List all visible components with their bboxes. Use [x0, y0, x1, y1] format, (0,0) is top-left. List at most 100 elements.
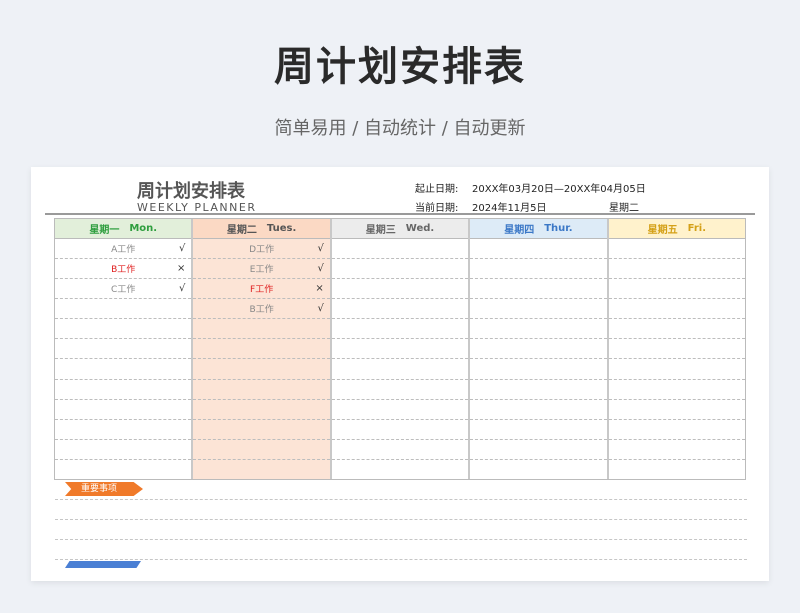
task-row[interactable] — [193, 460, 329, 479]
task-status-mark: × — [315, 283, 324, 295]
task-row[interactable] — [470, 239, 607, 260]
task-row[interactable] — [608, 380, 746, 400]
task-name: C工作 — [111, 285, 136, 296]
task-row[interactable] — [331, 359, 469, 380]
day-name-en: Wed. — [405, 223, 435, 234]
task-row[interactable] — [331, 239, 469, 260]
day-name-cn: 星期二 — [226, 225, 257, 236]
task-row[interactable] — [609, 460, 745, 479]
day-header: 星期五 Fri. — [608, 219, 746, 239]
task-row[interactable] — [331, 259, 469, 280]
task-row[interactable] — [608, 259, 746, 280]
important-line — [55, 559, 747, 560]
important-line — [55, 519, 747, 520]
task-row[interactable] — [470, 400, 607, 420]
task-row[interactable] — [470, 440, 607, 460]
day-name-en: Mon. — [129, 223, 158, 234]
task-row[interactable] — [331, 380, 469, 400]
current-date-value[interactable]: 2024年11月5日 — [472, 199, 547, 214]
task-row[interactable] — [331, 420, 469, 440]
task-row[interactable] — [470, 460, 606, 479]
task-row[interactable] — [470, 319, 607, 340]
day-name-en: Fri. — [687, 223, 706, 234]
task-name: D工作 — [249, 245, 275, 256]
task-row[interactable]: A工作 √ — [55, 239, 192, 260]
day-column: 星期二 Tues. D工作 √ E工作 √ F工作 × B工作 √ — [193, 219, 332, 479]
task-row[interactable] — [55, 319, 192, 340]
task-status-mark: √ — [179, 283, 186, 295]
task-status-mark: √ — [317, 243, 324, 255]
task-row[interactable] — [55, 460, 191, 479]
task-row[interactable] — [608, 440, 746, 460]
task-row[interactable] — [608, 339, 746, 360]
task-row[interactable] — [608, 239, 746, 260]
task-name: F工作 — [250, 285, 274, 296]
task-row[interactable] — [608, 420, 746, 440]
task-row[interactable] — [331, 400, 469, 420]
task-row[interactable] — [470, 339, 607, 360]
range-value[interactable]: 20XX年03月20日—20XX年04月05日 — [472, 180, 646, 195]
important-label: 重要事项 — [65, 482, 143, 496]
day-name-en: Tues. — [266, 223, 297, 234]
task-row[interactable] — [55, 380, 192, 400]
task-row[interactable] — [470, 279, 607, 300]
day-header: 星期一 Mon. — [55, 219, 192, 239]
task-row[interactable] — [193, 359, 330, 380]
task-status-mark: √ — [317, 303, 324, 315]
task-status-mark: × — [177, 263, 186, 275]
task-row[interactable]: F工作 × — [193, 279, 330, 300]
task-row[interactable] — [193, 319, 330, 340]
task-row[interactable] — [470, 420, 607, 440]
day-name-cn: 星期四 — [504, 225, 535, 236]
day-column: 星期四 Thur. — [470, 219, 609, 479]
task-row[interactable] — [55, 400, 192, 420]
task-row[interactable] — [55, 440, 192, 460]
task-row[interactable] — [331, 339, 469, 360]
task-row[interactable] — [193, 440, 330, 460]
task-row[interactable] — [55, 359, 192, 380]
page-title: 周计划安排表 — [274, 44, 526, 90]
task-row[interactable] — [55, 299, 192, 320]
task-row[interactable] — [608, 359, 746, 380]
task-row[interactable] — [331, 440, 469, 460]
day-header: 星期三 Wed. — [331, 219, 469, 239]
task-status-mark: √ — [179, 243, 186, 255]
task-row[interactable] — [193, 380, 330, 400]
task-row[interactable] — [331, 299, 469, 320]
task-row[interactable] — [470, 299, 607, 320]
task-row[interactable] — [608, 279, 746, 300]
task-row[interactable] — [332, 460, 468, 479]
week-grid: 星期一 Mon. A工作 √ B工作 × C工作 √ 星期二 Tues. D工作 √ E工作 √ F工作 × B… — [54, 218, 746, 480]
task-name: A工作 — [111, 245, 136, 256]
task-row[interactable] — [331, 319, 469, 340]
task-row[interactable] — [608, 400, 746, 420]
task-row[interactable] — [55, 339, 192, 360]
task-row[interactable] — [470, 380, 607, 400]
task-row[interactable] — [193, 400, 330, 420]
task-row[interactable] — [55, 420, 192, 440]
task-row[interactable] — [470, 359, 607, 380]
task-row[interactable] — [331, 279, 469, 300]
task-row[interactable] — [193, 339, 330, 360]
page-subtitle: 简单易用 / 自动统计 / 自动更新 — [274, 118, 526, 139]
day-name-cn: 星期一 — [89, 225, 120, 236]
task-row[interactable] — [193, 420, 330, 440]
task-name: E工作 — [249, 265, 274, 276]
day-column: 星期一 Mon. A工作 √ B工作 × C工作 √ — [55, 219, 194, 479]
header-divider — [45, 213, 755, 215]
task-status-mark: √ — [317, 263, 324, 275]
day-column: 星期五 Fri. — [608, 219, 746, 479]
day-header: 星期二 Tues. — [193, 219, 330, 239]
day-name-en: Thur. — [544, 223, 573, 234]
task-row[interactable] — [608, 299, 746, 320]
task-row[interactable]: B工作 √ — [193, 299, 330, 320]
task-row[interactable] — [470, 259, 607, 280]
task-row[interactable]: B工作 × — [55, 259, 192, 280]
task-row[interactable]: C工作 √ — [55, 279, 192, 300]
important-line — [55, 539, 747, 540]
day-column: 星期三 Wed. — [331, 219, 471, 479]
task-row[interactable] — [608, 319, 746, 340]
task-row[interactable]: D工作 √ — [193, 239, 330, 260]
task-row[interactable]: E工作 √ — [193, 259, 330, 280]
important-line — [55, 499, 747, 500]
